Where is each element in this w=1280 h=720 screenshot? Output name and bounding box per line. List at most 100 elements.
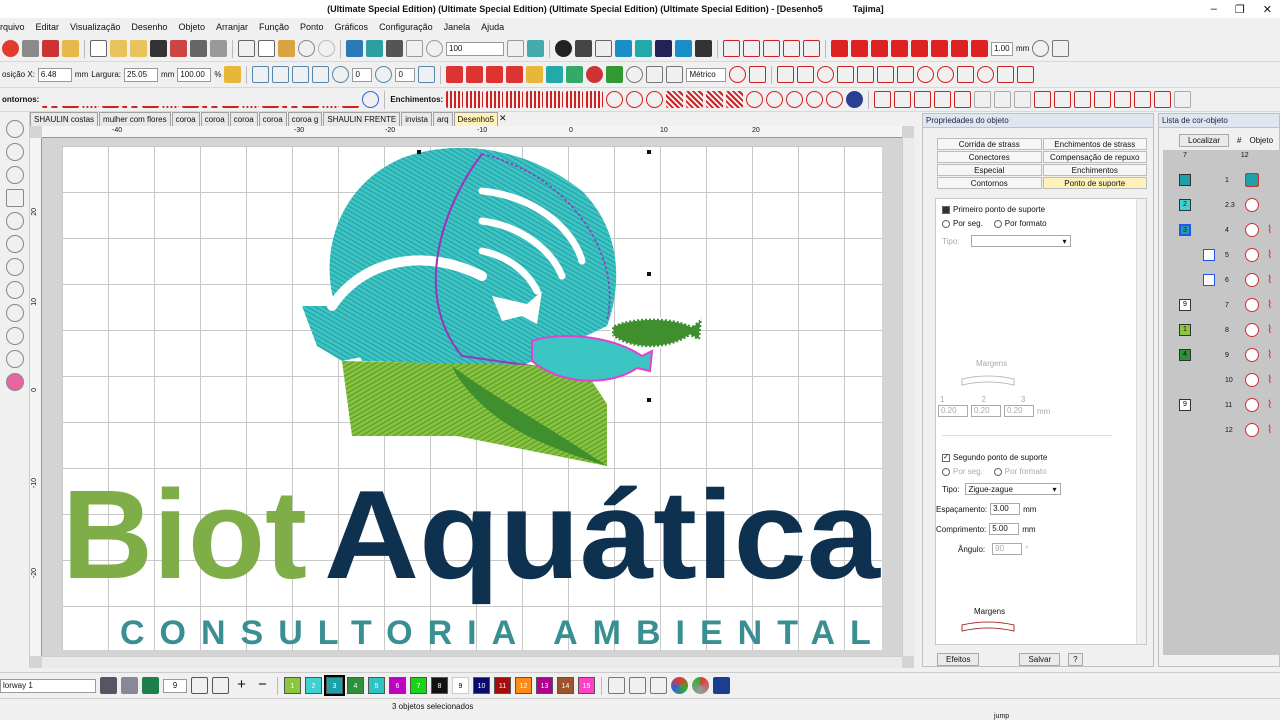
lasso-icon[interactable] bbox=[729, 66, 747, 83]
image-icon[interactable] bbox=[635, 40, 652, 57]
tab-strass-run[interactable]: Corrida de strass bbox=[937, 138, 1042, 150]
design-canvas[interactable]: -40 -30 -20 -10 0 10 20 20 10 0 -10 -20 bbox=[30, 126, 914, 668]
tri2-icon[interactable] bbox=[877, 66, 895, 83]
rotate-icon[interactable] bbox=[312, 66, 330, 83]
color-swatch[interactable]: 7 bbox=[410, 677, 427, 694]
effect-i-icon[interactable] bbox=[1034, 91, 1052, 108]
menu-edit[interactable]: Editar bbox=[36, 22, 60, 32]
hand-icon[interactable] bbox=[406, 40, 423, 57]
shape-g-icon[interactable] bbox=[951, 40, 968, 57]
zoom-percent-icon[interactable] bbox=[507, 40, 524, 57]
grid-fill-icon[interactable] bbox=[646, 66, 664, 83]
settings-icon[interactable] bbox=[1032, 40, 1050, 57]
tab-document[interactable]: coroa bbox=[258, 112, 287, 126]
tab-pull-comp[interactable]: Compensação de repuxo bbox=[1042, 151, 1147, 163]
tab-contours[interactable]: Contornos bbox=[937, 177, 1042, 189]
effect-n-icon[interactable] bbox=[1134, 91, 1152, 108]
flip-h-icon[interactable] bbox=[252, 66, 270, 83]
polyline-tool-icon[interactable] bbox=[5, 166, 24, 184]
zoom-icon[interactable] bbox=[426, 40, 443, 57]
add-color-icon[interactable]: + bbox=[233, 677, 250, 694]
reshape-icon[interactable] bbox=[723, 40, 740, 57]
list-item[interactable]: 9 7 ⌇ bbox=[1163, 293, 1280, 317]
contour-q-icon[interactable] bbox=[362, 91, 380, 108]
scale-width-field[interactable]: 100.00 bbox=[177, 67, 212, 82]
shape-d-icon[interactable] bbox=[891, 40, 908, 57]
contour-d-icon[interactable] bbox=[102, 91, 120, 108]
paint-icon[interactable] bbox=[212, 677, 229, 694]
mirror-icon[interactable] bbox=[418, 66, 436, 83]
tatami-icon[interactable] bbox=[466, 66, 484, 83]
menu-settings[interactable]: Configuração bbox=[379, 22, 433, 32]
menu-object[interactable]: Objeto bbox=[178, 22, 205, 32]
copy-icon[interactable] bbox=[258, 40, 275, 57]
tri-icon[interactable] bbox=[857, 66, 875, 83]
list-item[interactable]: 1 bbox=[1163, 168, 1280, 192]
flower-icon[interactable] bbox=[977, 66, 995, 83]
color-swatch[interactable]: 4 bbox=[347, 677, 364, 694]
fill-h-icon[interactable] bbox=[586, 91, 604, 108]
color-swatch[interactable]: 8 bbox=[431, 677, 448, 694]
travel-icon[interactable] bbox=[346, 40, 363, 57]
fill-s-icon[interactable] bbox=[806, 91, 824, 108]
fill-o-icon[interactable] bbox=[726, 91, 744, 108]
fish-green[interactable] bbox=[610, 314, 704, 349]
effect-d-icon[interactable] bbox=[934, 91, 952, 108]
type-select[interactable]: ▾ bbox=[970, 235, 1071, 247]
fill-c-icon[interactable] bbox=[486, 91, 504, 108]
first-underlay-checkbox[interactable] bbox=[942, 205, 950, 214]
triangle-tool-icon[interactable] bbox=[5, 235, 24, 253]
contour-i-icon[interactable] bbox=[202, 91, 220, 108]
tab-document[interactable]: coroa bbox=[200, 112, 229, 126]
stitch-tool-icon[interactable] bbox=[42, 40, 59, 57]
list-item[interactable]: 5 ⌇ bbox=[1163, 243, 1280, 267]
color-swatch[interactable]: 9 bbox=[452, 677, 469, 694]
stitch-tool-icon[interactable] bbox=[5, 350, 24, 368]
horizontal-scrollbar[interactable] bbox=[42, 656, 902, 668]
effect-f-icon[interactable] bbox=[974, 91, 992, 108]
arrow-icon[interactable] bbox=[1017, 66, 1035, 83]
width-field[interactable]: 25.05 bbox=[124, 67, 159, 82]
fill-t-icon[interactable] bbox=[826, 91, 844, 108]
effect-k-icon[interactable] bbox=[1074, 91, 1092, 108]
tab-document[interactable]: mulher com flores bbox=[99, 112, 171, 126]
tab-document[interactable]: SHAULIN FRENTE bbox=[323, 112, 401, 126]
thread-chart-icon[interactable] bbox=[608, 677, 625, 694]
knife-icon[interactable] bbox=[783, 40, 800, 57]
fill-b-icon[interactable] bbox=[466, 91, 484, 108]
help-button[interactable]: ? bbox=[1068, 652, 1083, 666]
monitor-icon[interactable] bbox=[695, 40, 712, 57]
vector-icon[interactable] bbox=[655, 40, 672, 57]
ring-icon[interactable] bbox=[917, 66, 935, 83]
rotate-field[interactable]: 0 bbox=[352, 67, 373, 82]
slash-icon[interactable] bbox=[650, 677, 667, 694]
tab-document[interactable]: coroa bbox=[229, 112, 258, 126]
open-folder-icon[interactable] bbox=[130, 40, 147, 57]
contour-k-icon[interactable] bbox=[242, 91, 260, 108]
eyedropper-icon[interactable] bbox=[191, 677, 208, 694]
contour-n-icon[interactable] bbox=[302, 91, 320, 108]
print-icon[interactable] bbox=[190, 40, 207, 57]
menu-stitch[interactable]: Ponto bbox=[300, 22, 324, 32]
screen-icon[interactable] bbox=[675, 40, 692, 57]
margin-1-field[interactable]: 0.20 bbox=[938, 405, 968, 417]
zoom-select[interactable]: 100 bbox=[446, 41, 504, 56]
palette-icon[interactable] bbox=[100, 677, 117, 694]
stitch-length-field[interactable]: 1.00 bbox=[991, 41, 1013, 56]
menu-graphics[interactable]: Gráficos bbox=[335, 22, 369, 32]
effect-o-icon[interactable] bbox=[1154, 91, 1172, 108]
3d-icon[interactable] bbox=[1174, 91, 1192, 108]
save-icon[interactable] bbox=[150, 40, 167, 57]
selection-handle[interactable] bbox=[647, 272, 651, 276]
menu-design[interactable]: Desenho bbox=[131, 22, 167, 32]
fill-l-icon[interactable] bbox=[666, 91, 684, 108]
cut-object-icon[interactable] bbox=[763, 40, 780, 57]
slow-redraw-icon[interactable] bbox=[366, 40, 383, 57]
undo-icon[interactable] bbox=[298, 40, 315, 57]
tab-fills[interactable]: Enchimentos bbox=[1042, 164, 1147, 176]
contour-b-icon[interactable] bbox=[62, 91, 80, 108]
shape-h-icon[interactable] bbox=[971, 40, 988, 57]
color-swatch[interactable]: 3 bbox=[324, 675, 345, 696]
list-item[interactable]: 3 4 ⌇ bbox=[1163, 218, 1280, 242]
tab-document[interactable]: arq bbox=[432, 112, 453, 126]
